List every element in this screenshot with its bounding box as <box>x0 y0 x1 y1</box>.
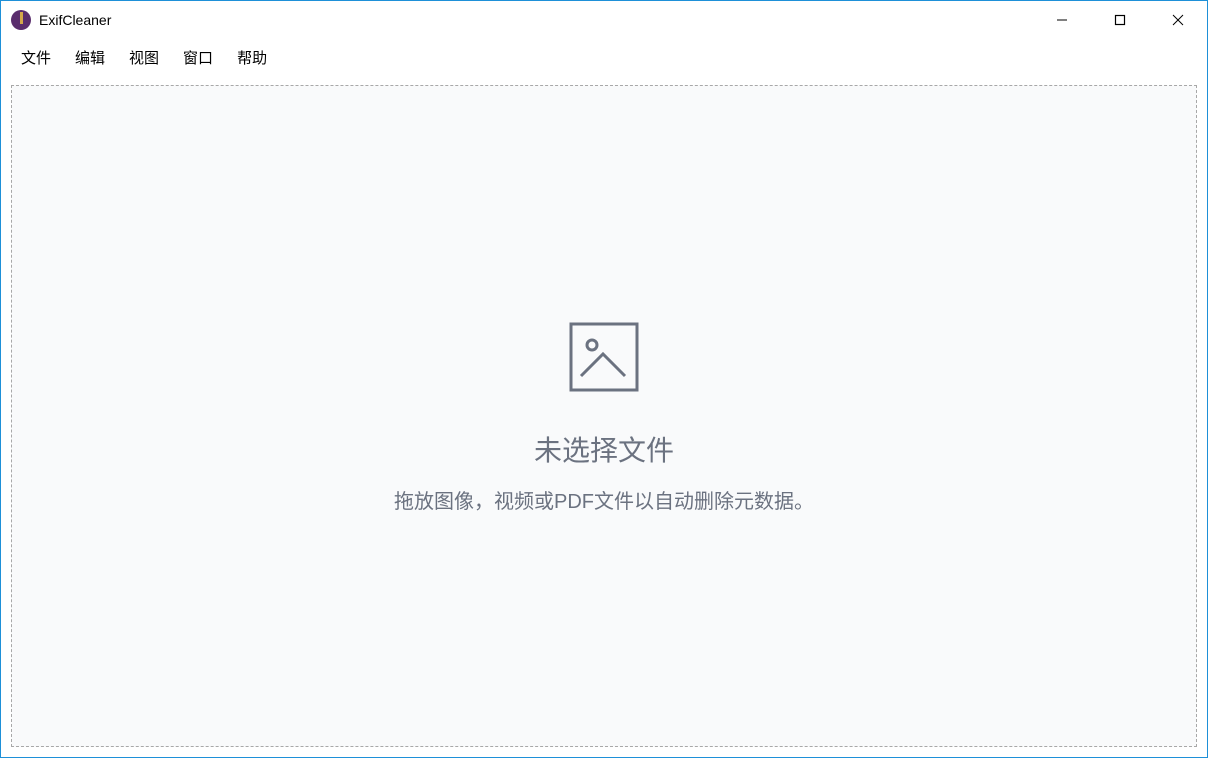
menubar: 文件 编辑 视图 窗口 帮助 <box>1 39 1207 75</box>
menu-view[interactable]: 视图 <box>117 41 171 74</box>
drop-zone[interactable]: 未选择文件 拖放图像，视频或PDF文件以自动删除元数据。 <box>11 85 1197 747</box>
titlebar-left: ExifCleaner <box>11 10 111 30</box>
menu-window[interactable]: 窗口 <box>171 41 225 74</box>
menu-edit[interactable]: 编辑 <box>63 41 117 74</box>
titlebar: ExifCleaner <box>1 1 1207 39</box>
empty-state-title: 未选择文件 <box>534 429 674 469</box>
minimize-icon <box>1056 14 1068 26</box>
content-area: 未选择文件 拖放图像，视频或PDF文件以自动删除元数据。 <box>1 75 1207 757</box>
app-icon <box>11 10 31 30</box>
app-title: ExifCleaner <box>39 12 111 28</box>
menu-file[interactable]: 文件 <box>9 41 63 74</box>
close-icon <box>1172 14 1184 26</box>
maximize-button[interactable] <box>1091 1 1149 39</box>
minimize-button[interactable] <box>1033 1 1091 39</box>
window-controls <box>1033 1 1207 39</box>
maximize-icon <box>1114 14 1126 26</box>
image-placeholder-icon <box>565 318 643 401</box>
close-button[interactable] <box>1149 1 1207 39</box>
empty-state-subtitle: 拖放图像，视频或PDF文件以自动删除元数据。 <box>394 485 814 514</box>
menu-help[interactable]: 帮助 <box>225 41 279 74</box>
